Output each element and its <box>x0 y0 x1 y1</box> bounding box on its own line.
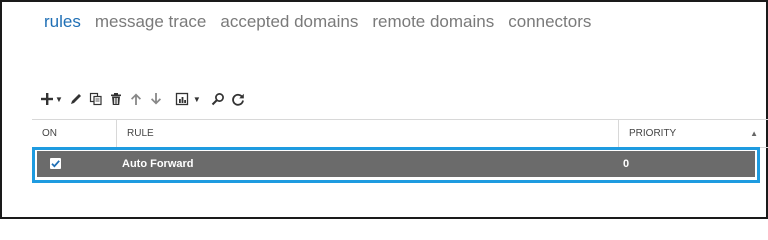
tab-message-trace[interactable]: message trace <box>95 12 207 32</box>
column-header-priority[interactable]: PRIORITY ▲ <box>618 120 768 147</box>
arrow-up-icon <box>130 93 141 105</box>
table-header: ON RULE PRIORITY ▲ <box>32 120 768 148</box>
tab-connectors[interactable]: connectors <box>508 12 591 32</box>
priority-cell: 0 <box>623 158 630 170</box>
table-row[interactable]: Auto Forward 0 <box>37 151 755 177</box>
new-button[interactable]: ▼ <box>40 89 63 109</box>
plus-icon <box>41 93 53 105</box>
search-button[interactable] <box>211 89 225 109</box>
sort-ascending-icon: ▲ <box>750 129 758 138</box>
tab-bar: rules message trace accepted domains rem… <box>44 12 591 32</box>
pencil-icon <box>70 94 81 104</box>
checkmark-icon <box>51 160 60 168</box>
enabled-checkbox[interactable] <box>50 158 61 169</box>
chevron-down-icon: ▼ <box>55 94 63 104</box>
column-header-priority-label: PRIORITY <box>629 128 677 139</box>
column-header-rule[interactable]: RULE <box>116 120 618 147</box>
tab-remote-domains[interactable]: remote domains <box>372 12 494 32</box>
copy-button[interactable] <box>89 89 103 109</box>
edit-button[interactable] <box>69 89 83 109</box>
column-header-on[interactable]: ON <box>32 120 116 147</box>
report-icon <box>175 92 189 106</box>
report-button[interactable]: ▼ <box>175 89 201 109</box>
main-window: rules message trace accepted domains rem… <box>0 0 768 219</box>
arrow-down-icon <box>150 93 161 105</box>
rule-name-cell: Auto Forward <box>122 158 194 170</box>
refresh-icon <box>232 93 244 106</box>
chevron-down-icon: ▼ <box>192 94 201 104</box>
delete-button[interactable] <box>109 89 123 109</box>
move-down-button[interactable] <box>149 89 163 109</box>
copy-icon <box>89 92 102 106</box>
move-up-button[interactable] <box>129 89 143 109</box>
toolbar: ▼ ▼ <box>40 88 245 110</box>
trash-icon <box>110 93 121 105</box>
search-icon <box>211 93 224 106</box>
tab-rules[interactable]: rules <box>44 12 81 32</box>
refresh-button[interactable] <box>231 89 245 109</box>
tab-accepted-domains[interactable]: accepted domains <box>220 12 358 32</box>
